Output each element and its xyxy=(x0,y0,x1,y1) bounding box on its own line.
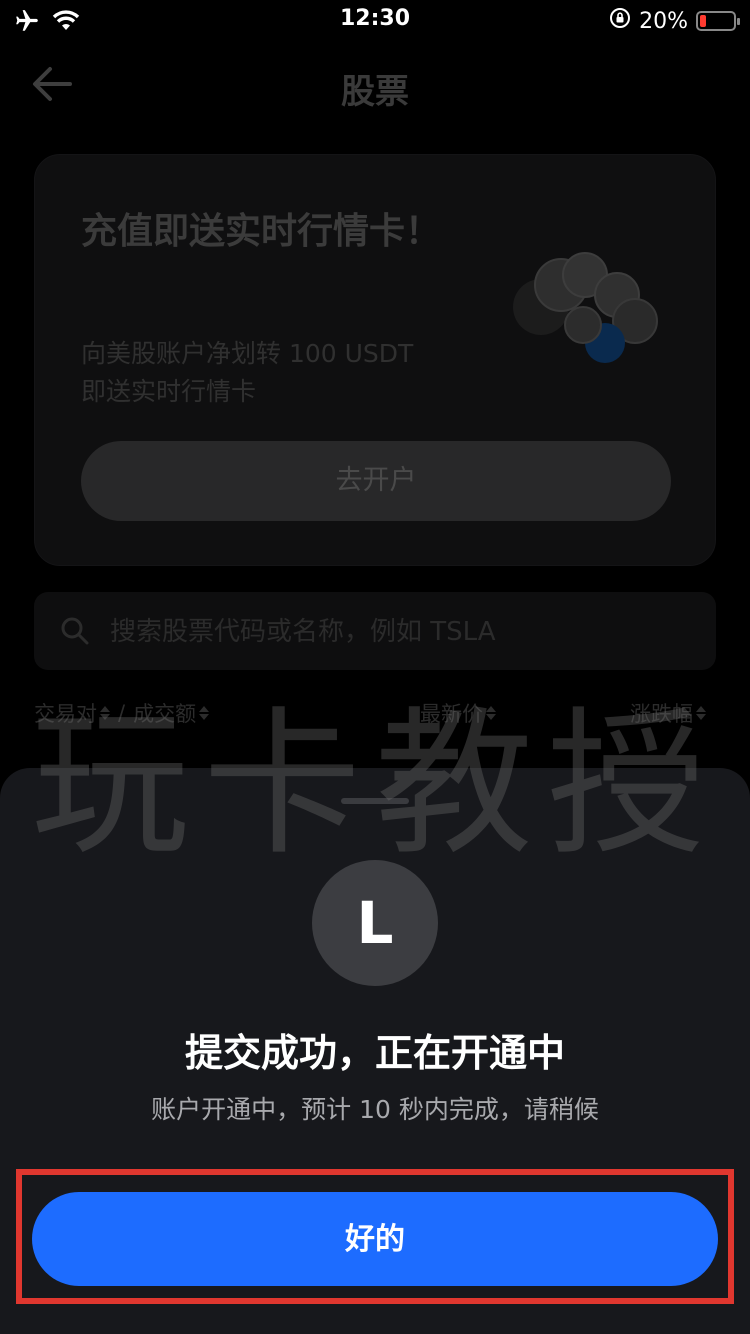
promo-title: 充值即送实时行情卡！ xyxy=(81,211,442,252)
coins-illustration xyxy=(507,245,667,375)
column-change-label: 涨跌幅 xyxy=(630,702,693,726)
status-right: 20% xyxy=(609,7,740,35)
sort-icon xyxy=(486,706,496,720)
column-header-change[interactable]: 涨跌幅 xyxy=(630,698,706,728)
screen: 12:30 20% 股票 充值即送实时行情卡！ 向美股账户净划转 100 USD… xyxy=(0,0,750,1334)
column-price-label: 最新价 xyxy=(420,702,483,726)
promo-card: 充值即送实时行情卡！ 向美股账户净划转 100 USDT 即送实时行情卡 去开户 xyxy=(34,154,716,566)
avatar: L xyxy=(312,860,438,986)
nav-bar: 股票 xyxy=(0,50,750,120)
column-header-pair-volume[interactable]: 交易对 / 成交额 xyxy=(34,698,209,728)
search-icon xyxy=(60,616,90,650)
sort-icon xyxy=(100,706,110,720)
promo-desc-line-1: 向美股账户净划转 100 USDT xyxy=(81,339,414,368)
battery-level xyxy=(700,15,706,27)
battery-percent: 20% xyxy=(639,8,688,34)
search-input[interactable] xyxy=(108,592,672,672)
open-account-button[interactable]: 去开户 xyxy=(81,441,671,521)
sheet-subtitle: 账户开通中，预计 10 秒内完成，请稍候 xyxy=(151,1095,599,1124)
search-bar xyxy=(34,592,716,672)
sort-icon xyxy=(199,706,209,720)
ok-button[interactable]: 好的 xyxy=(32,1192,718,1286)
page-title: 股票 xyxy=(341,72,409,112)
sort-icon xyxy=(696,706,706,720)
sheet-title: 提交成功，正在开通中 xyxy=(184,1031,565,1075)
column-pair-label: 交易对 xyxy=(34,702,97,726)
promo-description: 向美股账户净划转 100 USDT 即送实时行情卡 xyxy=(81,335,481,411)
bottom-sheet: L 提交成功，正在开通中 账户开通中，预计 10 秒内完成，请稍候 好的 xyxy=(0,768,750,1334)
column-separator: / xyxy=(118,701,126,725)
column-header-price[interactable]: 最新价 xyxy=(420,698,496,728)
promo-desc-line-2: 即送实时行情卡 xyxy=(81,377,257,406)
status-bar: 12:30 20% xyxy=(0,0,750,44)
sheet-handle[interactable] xyxy=(341,798,409,804)
orientation-lock-icon xyxy=(609,7,631,35)
column-volume-label: 成交额 xyxy=(133,702,197,726)
battery-icon xyxy=(696,11,740,31)
